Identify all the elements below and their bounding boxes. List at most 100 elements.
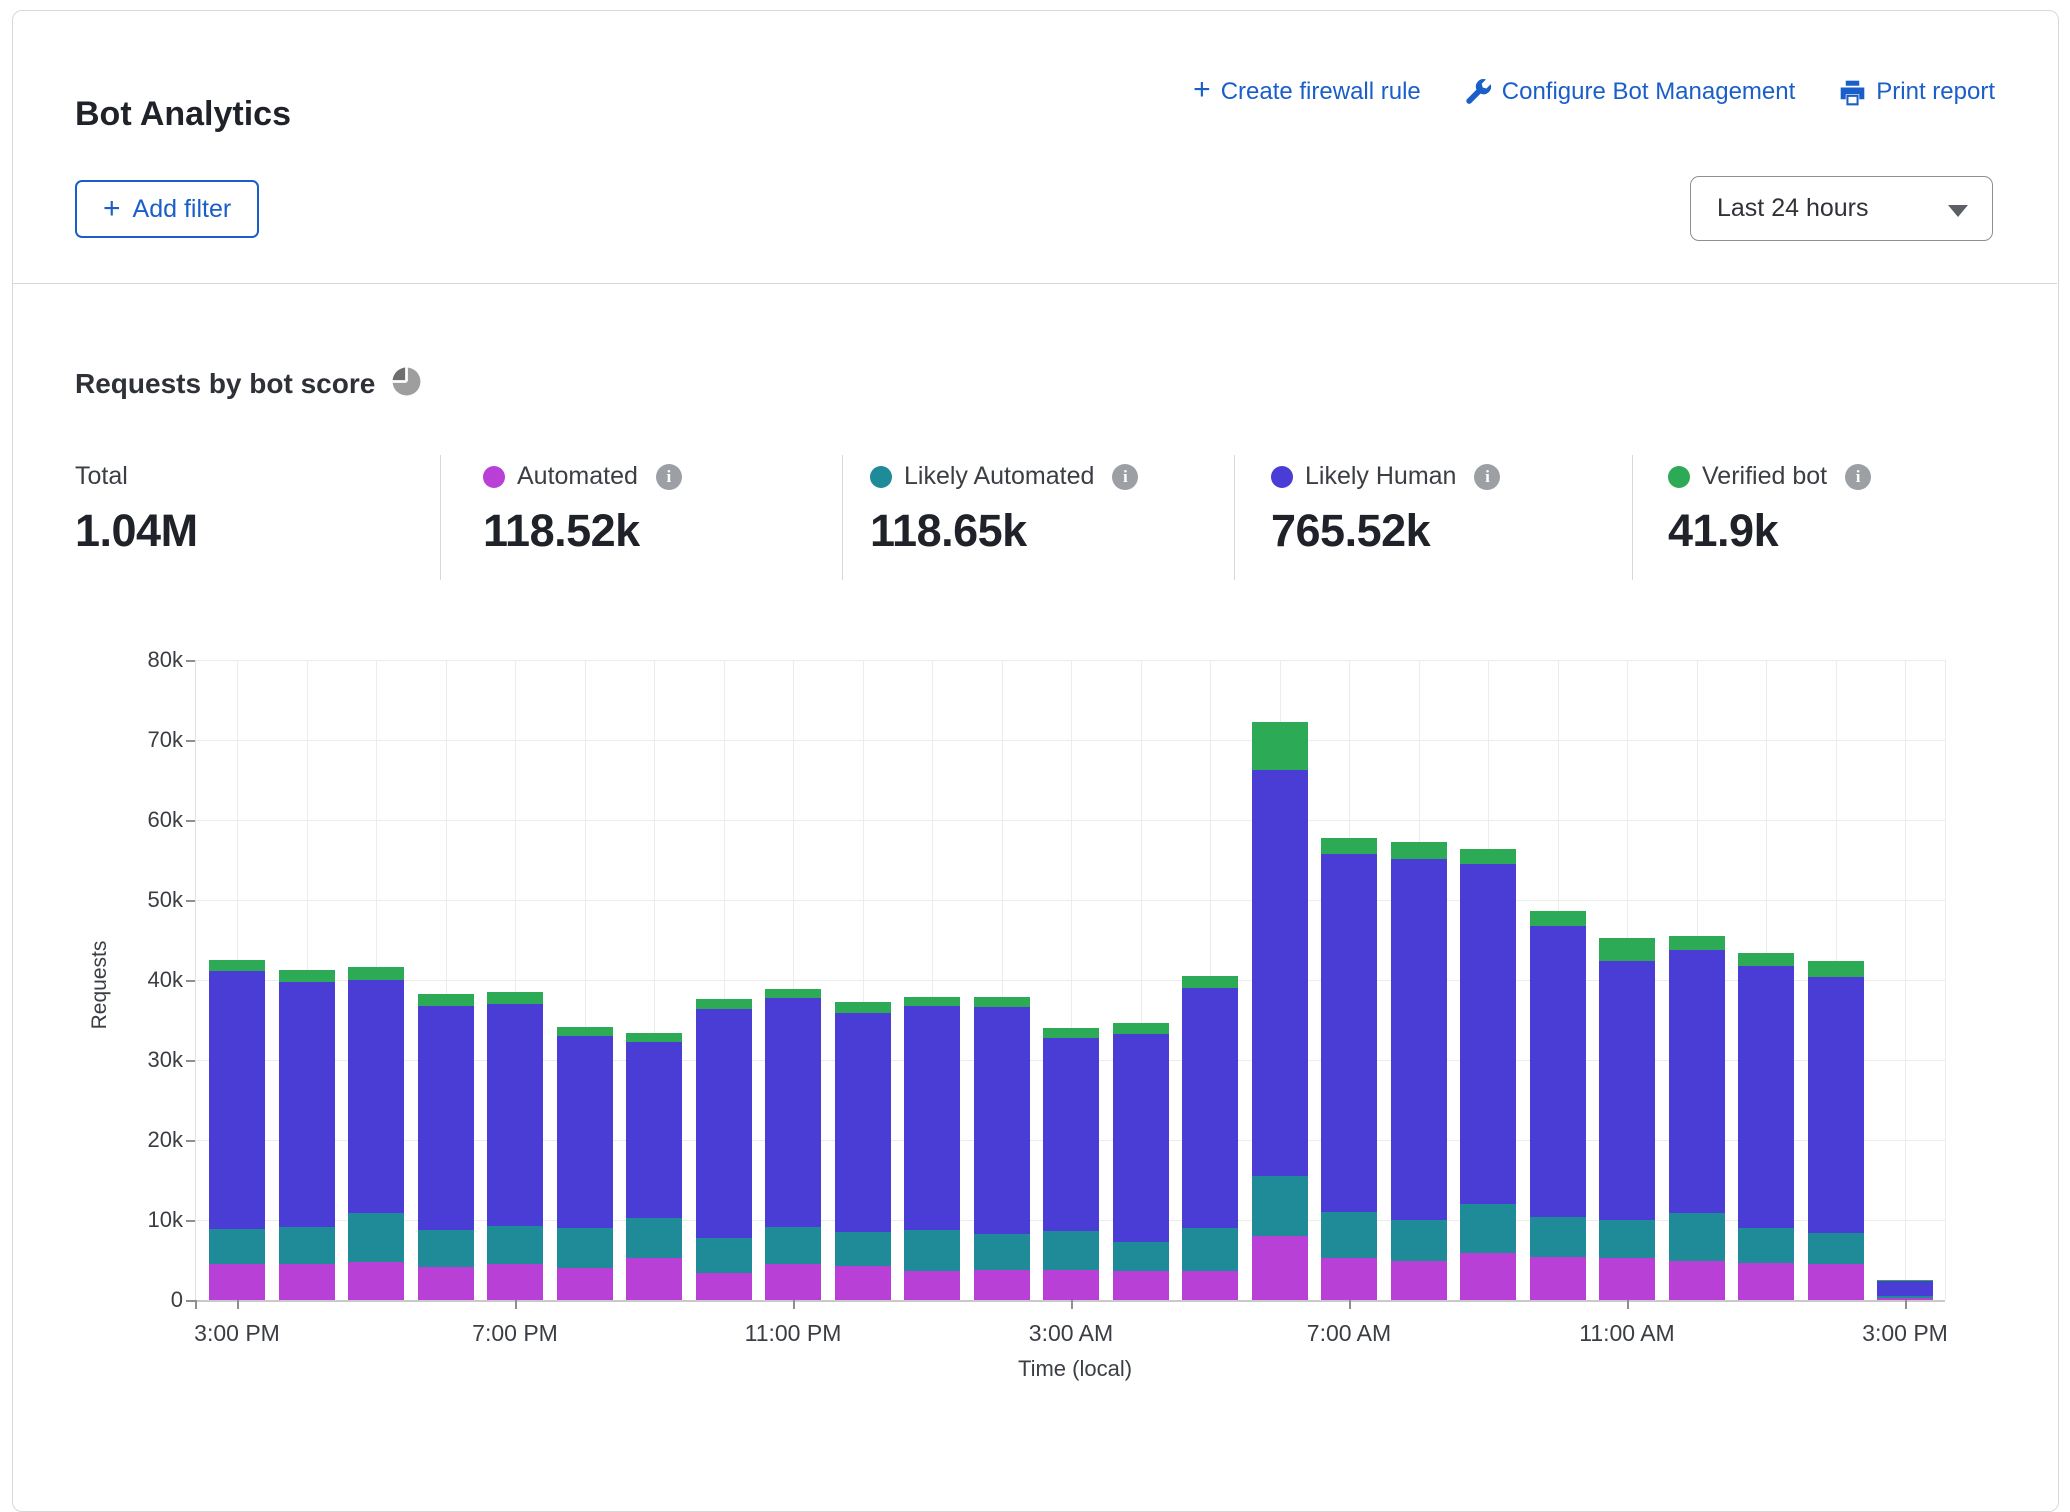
bar-segment-automated[interactable] [487, 1264, 543, 1300]
bar-segment-likely-human[interactable] [1460, 864, 1516, 1204]
bar-segment-verified-bot[interactable] [696, 999, 752, 1009]
bar-segment-verified-bot[interactable] [1252, 722, 1308, 770]
bar-segment-automated[interactable] [209, 1264, 265, 1300]
bar-segment-verified-bot[interactable] [418, 994, 474, 1006]
bar-segment-automated[interactable] [1460, 1253, 1516, 1300]
bar-segment-likely-automated[interactable] [626, 1218, 682, 1258]
bar-segment-automated[interactable] [279, 1264, 335, 1300]
add-filter-button[interactable]: + Add filter [75, 180, 259, 238]
bar-segment-automated[interactable] [557, 1268, 613, 1300]
bar-segment-verified-bot[interactable] [1738, 953, 1794, 967]
bar-segment-verified-bot[interactable] [835, 1002, 891, 1012]
bar-segment-likely-human[interactable] [1252, 770, 1308, 1176]
bar-segment-likely-human[interactable] [1599, 961, 1655, 1220]
bar-segment-likely-automated[interactable] [418, 1230, 474, 1267]
bar-segment-verified-bot[interactable] [209, 960, 265, 971]
info-icon[interactable]: i [1474, 464, 1500, 490]
bar-segment-likely-automated[interactable] [1113, 1242, 1169, 1271]
bar-segment-verified-bot[interactable] [1321, 838, 1377, 854]
bar-segment-automated[interactable] [835, 1266, 891, 1300]
bar-segment-likely-automated[interactable] [1460, 1204, 1516, 1253]
bar-segment-likely-human[interactable] [1391, 859, 1447, 1220]
bar-segment-likely-automated[interactable] [557, 1228, 613, 1268]
bar-segment-likely-human[interactable] [348, 980, 404, 1213]
bar-segment-verified-bot[interactable] [1113, 1023, 1169, 1034]
bar-segment-automated[interactable] [1391, 1261, 1447, 1300]
bar-segment-likely-automated[interactable] [974, 1234, 1030, 1270]
bar-segment-verified-bot[interactable] [279, 970, 335, 982]
bar-segment-likely-human[interactable] [765, 998, 821, 1227]
bar-segment-verified-bot[interactable] [1391, 842, 1447, 859]
bar-segment-likely-human[interactable] [1808, 977, 1864, 1233]
bar-segment-verified-bot[interactable] [1808, 961, 1864, 977]
bar-segment-verified-bot[interactable] [765, 989, 821, 998]
bar-segment-verified-bot[interactable] [1530, 911, 1586, 926]
bar-segment-verified-bot[interactable] [348, 967, 404, 980]
bar-segment-likely-automated[interactable] [1530, 1217, 1586, 1257]
bar-segment-automated[interactable] [1877, 1298, 1933, 1300]
bar-segment-likely-human[interactable] [279, 982, 335, 1227]
bar-segment-likely-human[interactable] [696, 1009, 752, 1239]
bar-segment-likely-human[interactable] [1877, 1281, 1933, 1297]
bar-segment-verified-bot[interactable] [1669, 936, 1725, 950]
bar-segment-automated[interactable] [1182, 1271, 1238, 1300]
action-create-firewall-rule[interactable]: +Create firewall rule [1193, 78, 1421, 106]
bar-segment-verified-bot[interactable] [1182, 976, 1238, 988]
bar-segment-verified-bot[interactable] [974, 997, 1030, 1007]
bar-segment-likely-human[interactable] [835, 1013, 891, 1232]
bar-segment-automated[interactable] [1113, 1271, 1169, 1300]
bar-segment-likely-automated[interactable] [348, 1213, 404, 1262]
bar-segment-likely-human[interactable] [904, 1006, 960, 1230]
bar-segment-likely-automated[interactable] [487, 1226, 543, 1264]
bar-segment-likely-automated[interactable] [904, 1230, 960, 1271]
bar-segment-automated[interactable] [1530, 1257, 1586, 1300]
bar-segment-automated[interactable] [974, 1270, 1030, 1300]
action-configure-bot-management[interactable]: Configure Bot Management [1465, 78, 1796, 106]
bar-segment-likely-automated[interactable] [765, 1227, 821, 1264]
bar-segment-verified-bot[interactable] [626, 1033, 682, 1042]
bar-segment-likely-automated[interactable] [1669, 1213, 1725, 1261]
action-print-report[interactable]: Print report [1839, 78, 1995, 106]
bar-segment-automated[interactable] [418, 1267, 474, 1300]
bar-segment-likely-automated[interactable] [209, 1229, 265, 1264]
bar-segment-automated[interactable] [696, 1273, 752, 1300]
bar-segment-automated[interactable] [1252, 1236, 1308, 1300]
bar-segment-likely-human[interactable] [1738, 966, 1794, 1228]
bar-segment-likely-automated[interactable] [1321, 1212, 1377, 1258]
bar-segment-likely-automated[interactable] [696, 1238, 752, 1272]
bar-segment-likely-automated[interactable] [279, 1227, 335, 1264]
bar-segment-verified-bot[interactable] [904, 997, 960, 1007]
bar-segment-verified-bot[interactable] [1877, 1280, 1933, 1281]
bar-segment-likely-human[interactable] [1669, 950, 1725, 1213]
bar-segment-automated[interactable] [1808, 1264, 1864, 1300]
bar-segment-likely-automated[interactable] [1182, 1228, 1238, 1271]
time-range-dropdown[interactable]: Last 24 hours [1690, 176, 1993, 241]
bar-segment-automated[interactable] [1321, 1258, 1377, 1300]
bar-segment-likely-human[interactable] [487, 1004, 543, 1226]
bar-segment-likely-automated[interactable] [1877, 1296, 1933, 1298]
bar-segment-verified-bot[interactable] [1043, 1028, 1099, 1038]
bar-segment-likely-human[interactable] [418, 1006, 474, 1230]
bar-segment-likely-human[interactable] [1530, 926, 1586, 1217]
bar-segment-automated[interactable] [1043, 1270, 1099, 1300]
bar-segment-likely-human[interactable] [1182, 988, 1238, 1228]
bar-segment-likely-human[interactable] [1113, 1034, 1169, 1242]
bar-segment-verified-bot[interactable] [1460, 849, 1516, 864]
bar-segment-automated[interactable] [1599, 1258, 1655, 1300]
info-icon[interactable]: i [1112, 464, 1138, 490]
bar-segment-verified-bot[interactable] [487, 992, 543, 1004]
bar-segment-automated[interactable] [765, 1264, 821, 1300]
bar-segment-automated[interactable] [1669, 1261, 1725, 1300]
bar-segment-likely-human[interactable] [209, 971, 265, 1229]
info-icon[interactable]: i [656, 464, 682, 490]
bar-segment-automated[interactable] [1738, 1263, 1794, 1300]
bar-segment-likely-human[interactable] [1043, 1038, 1099, 1232]
bar-segment-likely-human[interactable] [1321, 854, 1377, 1212]
bar-segment-likely-automated[interactable] [1738, 1228, 1794, 1263]
bar-segment-automated[interactable] [348, 1262, 404, 1300]
bar-segment-likely-automated[interactable] [1252, 1176, 1308, 1236]
bar-segment-automated[interactable] [904, 1271, 960, 1300]
bar-segment-likely-automated[interactable] [1599, 1220, 1655, 1258]
bar-segment-likely-human[interactable] [974, 1007, 1030, 1233]
bar-segment-automated[interactable] [626, 1258, 682, 1300]
